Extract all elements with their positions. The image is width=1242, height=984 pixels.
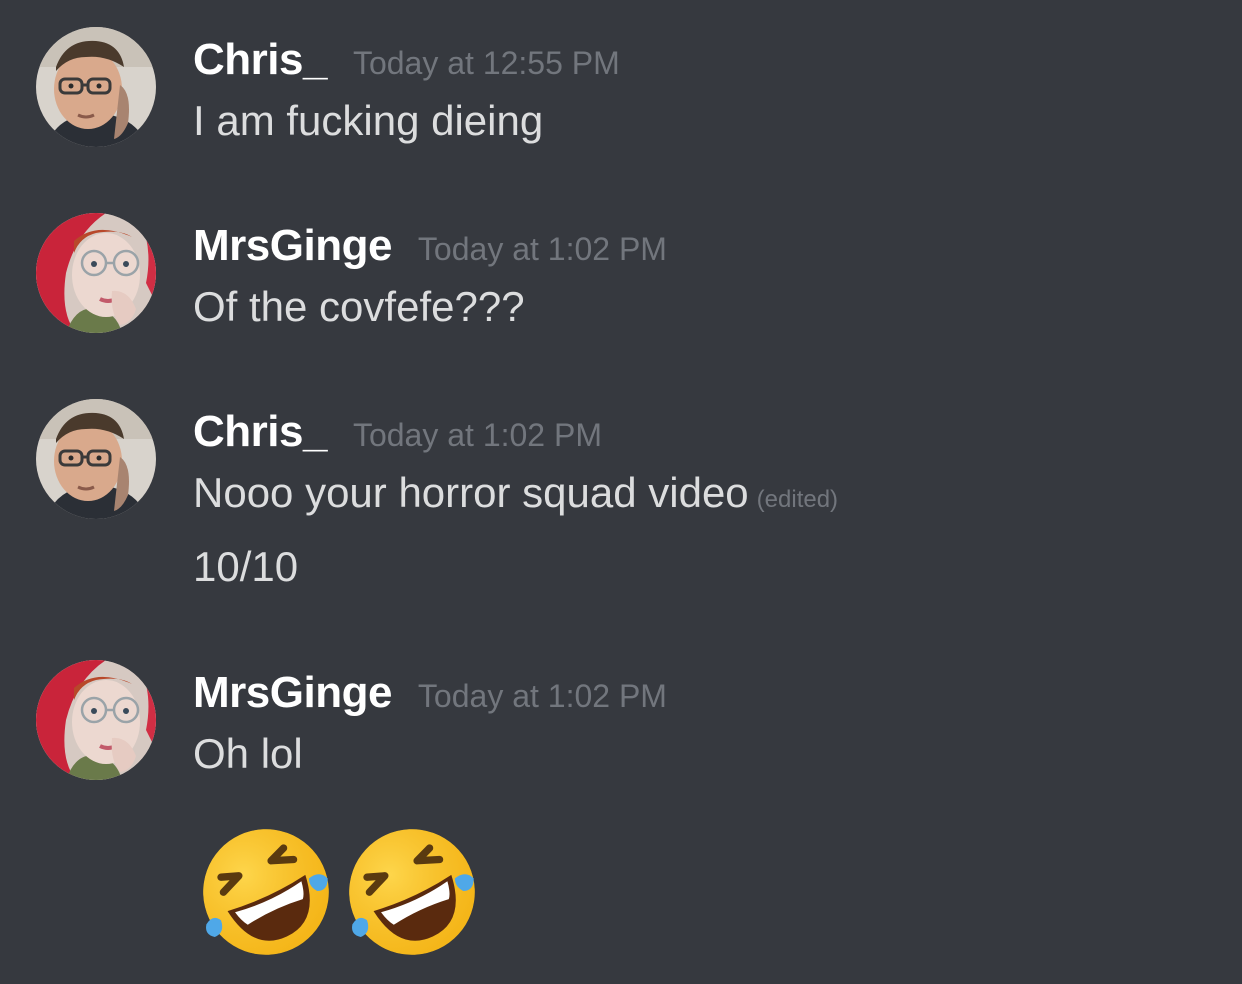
- message-group: MrsGinge Today at 1:02 PM Of the covfefe…: [0, 213, 1242, 353]
- rolling-on-floor-laughing-emoji[interactable]: [344, 824, 480, 960]
- message-text: Nooo your horror squad video (edited): [193, 469, 838, 517]
- mrsginge-avatar[interactable]: [36, 213, 156, 333]
- timestamp: Today at 1:02 PM: [417, 678, 667, 714]
- chris-avatar[interactable]: [36, 399, 156, 519]
- message-header: Chris_ Today at 1:02 PM: [193, 407, 602, 457]
- message-text: Oh lol: [193, 730, 303, 777]
- chat-messages: Chris_ Today at 12:55 PM I am fucking di…: [0, 0, 1242, 984]
- message-header: MrsGinge Today at 1:02 PM: [193, 668, 667, 718]
- message-group: Chris_ Today at 1:02 PM Nooo your horror…: [0, 399, 1242, 599]
- message-text: Of the covfefe???: [193, 283, 525, 330]
- mrsginge-avatar[interactable]: [36, 660, 156, 780]
- timestamp: Today at 12:55 PM: [352, 45, 620, 81]
- emoji-row: [198, 824, 480, 960]
- rolling-on-floor-laughing-emoji[interactable]: [198, 824, 334, 960]
- timestamp: Today at 1:02 PM: [417, 231, 667, 267]
- message-text: I am fucking dieing: [193, 97, 544, 144]
- username[interactable]: Chris_: [193, 35, 327, 85]
- message-text: 10/10: [193, 543, 299, 590]
- message-header: MrsGinge Today at 1:02 PM: [193, 221, 667, 271]
- message-group: Chris_ Today at 12:55 PM I am fucking di…: [0, 27, 1242, 167]
- username[interactable]: MrsGinge: [193, 221, 392, 271]
- edited-label: (edited): [756, 486, 839, 513]
- message-group: MrsGinge Today at 1:02 PM Oh lol: [0, 660, 1242, 980]
- message-header: Chris_ Today at 12:55 PM: [193, 35, 620, 85]
- username[interactable]: MrsGinge: [193, 668, 392, 718]
- username[interactable]: Chris_: [193, 407, 327, 457]
- message-line: Nooo your horror squad video: [193, 469, 749, 516]
- timestamp: Today at 1:02 PM: [352, 417, 602, 453]
- chris-avatar[interactable]: [36, 27, 156, 147]
